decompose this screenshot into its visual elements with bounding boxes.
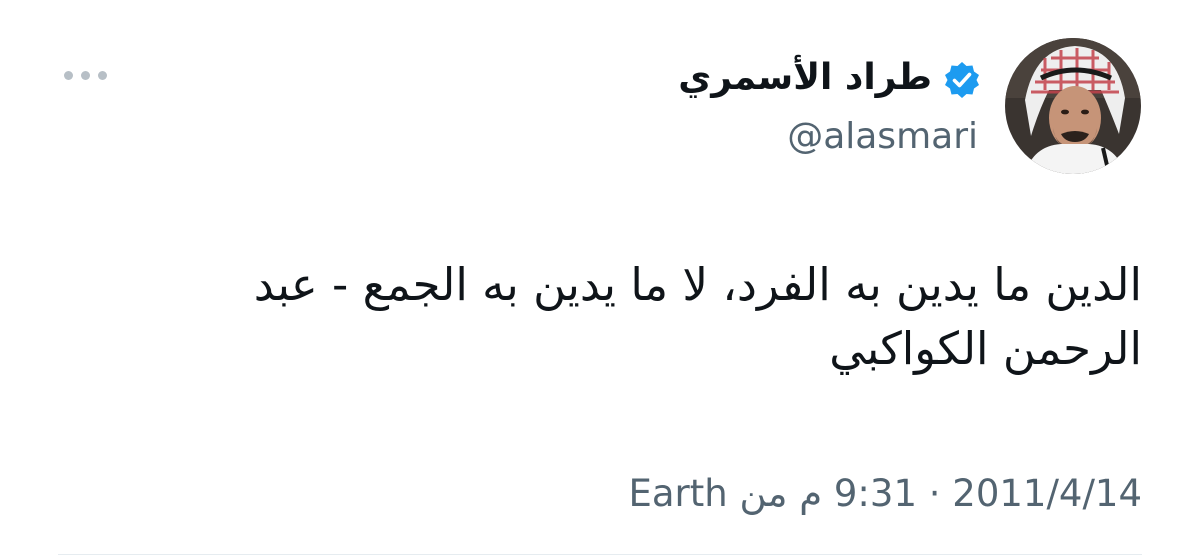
author-handle[interactable]: @alasmari: [787, 113, 978, 161]
more-dots-icon: [63, 70, 73, 80]
verified-badge-icon: [942, 60, 982, 100]
author-display-name[interactable]: طراد الأسمري: [678, 50, 932, 106]
more-options-button[interactable]: [58, 60, 112, 90]
tweet-text: الدين ما يدين به الفرد، لا ما يدين به ال…: [253, 258, 1142, 375]
tweet-card: طراد الأسمري @alasmari الدين ما يدين به …: [0, 0, 1200, 558]
divider: [58, 554, 1142, 555]
author-header[interactable]: طراد الأسمري: [678, 50, 982, 106]
more-dot: [97, 70, 107, 80]
author-avatar[interactable]: [1005, 38, 1141, 174]
more-dot: [80, 70, 90, 80]
tweet-timestamp[interactable]: 2011/4/14 · 9:31 م من Earth: [628, 466, 1142, 522]
